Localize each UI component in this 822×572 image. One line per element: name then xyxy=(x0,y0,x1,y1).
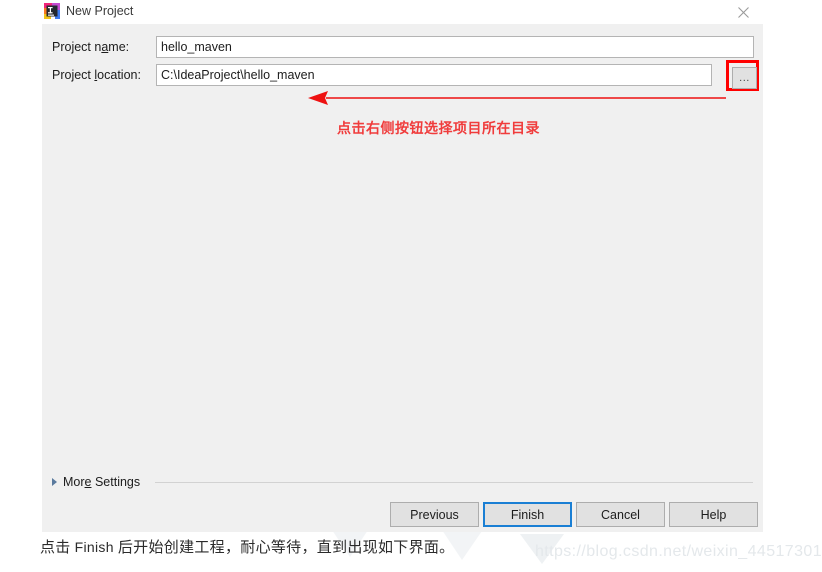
browse-folder-button[interactable]: ... xyxy=(732,67,757,89)
label-text-after: me: xyxy=(108,40,130,54)
project-location-label: Project location: xyxy=(52,64,158,86)
close-button[interactable] xyxy=(723,0,763,24)
label-text-before: Mor xyxy=(63,475,85,489)
more-settings-section[interactable]: More Settings xyxy=(52,474,753,490)
caption-latin: Finish xyxy=(74,539,114,555)
watermark-text: https://blog.csdn.net/weixin_44517301 xyxy=(535,543,822,560)
more-settings-label: More Settings xyxy=(63,474,140,490)
separator-line xyxy=(155,482,753,483)
project-name-row: Project name: xyxy=(42,36,763,58)
project-location-input[interactable] xyxy=(156,64,712,86)
close-icon xyxy=(737,6,749,18)
finish-button[interactable]: Finish xyxy=(483,502,572,527)
label-text-before: Project n xyxy=(52,40,102,54)
annotation-label: 点击右侧按钮选择项目所在目录 xyxy=(337,120,540,136)
intellij-idea-icon xyxy=(44,3,60,19)
page-caption: 点击 Finish 后开始创建工程，耐心等待，直到出现如下界面。 xyxy=(40,536,454,557)
dialog-button-bar: Previous Finish Cancel Help xyxy=(42,502,763,528)
previous-button[interactable]: Previous xyxy=(390,502,479,527)
dialog-title: New Project xyxy=(66,4,134,18)
project-name-label: Project name: xyxy=(52,36,158,58)
new-project-dialog: New Project Project name: Project locati… xyxy=(42,0,763,532)
label-text-after: Settings xyxy=(91,475,141,489)
chevron-right-icon xyxy=(52,478,57,486)
dialog-titlebar: New Project xyxy=(42,0,763,24)
annotation-arrow-icon xyxy=(308,91,726,105)
cancel-button[interactable]: Cancel xyxy=(576,502,665,527)
dialog-content: Project name: Project location: ... 点击右侧… xyxy=(42,24,763,532)
label-text-after: ocation: xyxy=(97,68,141,82)
project-name-input[interactable] xyxy=(156,36,754,58)
caption-part1: 点击 xyxy=(40,540,75,556)
label-text-before: Project xyxy=(52,68,95,82)
browse-button-highlight: ... xyxy=(726,60,759,91)
project-location-row: Project location: xyxy=(42,64,763,86)
help-button[interactable]: Help xyxy=(669,502,758,527)
caption-part2: 后开始创建工程，耐心等待，直到出现如下界面。 xyxy=(113,540,455,556)
